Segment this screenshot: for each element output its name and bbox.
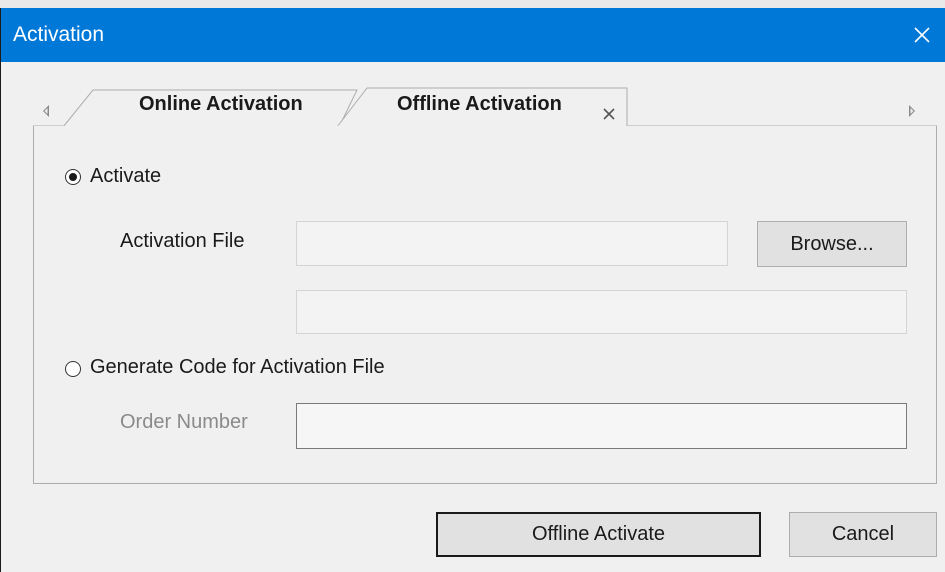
activation-file-secondary-field[interactable] [296, 290, 907, 334]
radio-selected-dot [69, 173, 77, 181]
tab-offline-activation-label: Offline Activation [397, 93, 562, 115]
cancel-button[interactable]: Cancel [789, 512, 937, 557]
activation-file-label: Activation File [120, 230, 245, 252]
order-number-label: Order Number [120, 411, 248, 433]
activate-radio-label[interactable]: Activate [90, 165, 161, 188]
generate-code-radio[interactable] [65, 361, 81, 377]
tab-close-button[interactable] [600, 105, 618, 123]
browse-button[interactable]: Browse... [757, 221, 907, 267]
offline-activate-button[interactable]: Offline Activate [436, 512, 761, 557]
tab-close-icon [603, 108, 615, 120]
order-number-input[interactable] [296, 403, 907, 449]
tab-strip [33, 87, 937, 128]
generate-code-radio-label[interactable]: Generate Code for Activation File [90, 356, 385, 379]
tab-online-activation-label: Online Activation [139, 93, 303, 115]
activation-file-input[interactable] [296, 221, 728, 266]
activate-radio[interactable] [65, 169, 81, 185]
activation-window: Activation Online Activation Offline Act… [0, 8, 945, 572]
